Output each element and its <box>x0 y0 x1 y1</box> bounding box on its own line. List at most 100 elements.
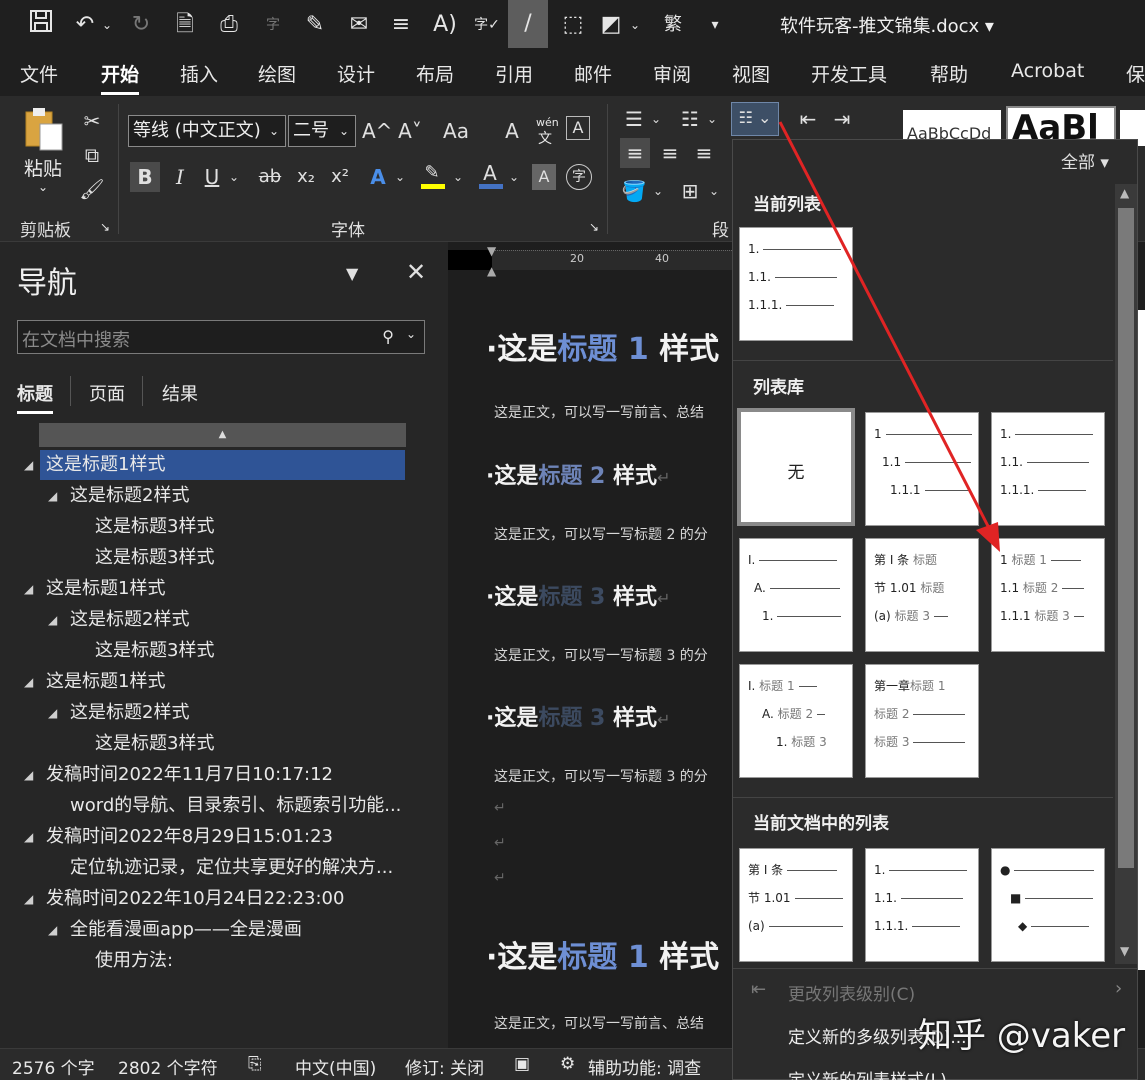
list-library-item[interactable]: 1 1.1 1.1.1 <box>865 412 979 526</box>
read-aloud-icon[interactable]: A) <box>428 8 462 42</box>
expand-icon[interactable]: ◢ <box>24 450 33 480</box>
nav-heading[interactable]: 发稿时间2022年8月29日15:01:23 <box>46 822 333 852</box>
strikethrough-icon[interactable]: ab <box>256 162 284 192</box>
font-color-dropdown-icon[interactable]: ⌄ <box>506 162 522 192</box>
tab-layout[interactable]: 布局 <box>416 60 454 87</box>
decrease-indent-icon[interactable]: ⇤ <box>794 104 822 134</box>
superscript-icon[interactable]: x² <box>326 162 354 192</box>
heading-1[interactable]: ·这是标题 1 样式 <box>486 324 719 368</box>
print-icon[interactable]: ⎙ <box>212 8 246 42</box>
tab-home[interactable]: 开始 <box>101 60 140 95</box>
scroll-down-icon[interactable]: ▼ <box>1120 944 1129 958</box>
undo-icon[interactable]: ↶ <box>68 8 102 42</box>
nav-heading[interactable]: 这是标题1样式 <box>40 450 405 480</box>
expand-icon[interactable]: ◢ <box>24 884 33 914</box>
borders-dropdown-icon[interactable]: ⌄ <box>706 176 722 206</box>
underline-icon[interactable]: U <box>198 162 226 192</box>
list-none[interactable]: 无 <box>737 408 855 526</box>
list-library-item[interactable]: I. 标题 1 A. 标题 2 1. 标题 3 <box>739 664 853 778</box>
list-document-item[interactable]: 1. 1.1. 1.1.1. <box>865 848 979 962</box>
shading-dropdown-icon[interactable]: ⌄ <box>626 8 644 42</box>
tab-developer[interactable]: 开发工具 <box>811 60 887 87</box>
scroll-up-icon[interactable]: ▲ <box>1120 186 1129 200</box>
tab-insert[interactable]: 插入 <box>180 60 218 87</box>
indent-marker-icon[interactable]: ▲ <box>487 264 496 278</box>
scrollbar-thumb[interactable] <box>1118 208 1134 868</box>
nav-heading[interactable]: 这是标题1样式 <box>46 667 165 697</box>
font-size-dropdown-icon[interactable]: ⌄ <box>339 116 349 146</box>
document-icon[interactable]: 🗎 <box>168 8 202 42</box>
list-library-item[interactable]: I. A. 1. <box>739 538 853 652</box>
draw-pen-icon[interactable]: / <box>508 0 548 48</box>
shrink-font-icon[interactable]: A˅ <box>396 116 424 146</box>
multilevel-list-button[interactable]: ☷ ⌄ <box>731 102 779 136</box>
nav-tab-pages[interactable]: 页面 <box>89 380 125 406</box>
search-icon[interactable]: ⚲ <box>382 327 394 346</box>
paste-dropdown-icon[interactable]: ⌄ <box>38 180 48 194</box>
nav-heading[interactable]: 发稿时间2022年10月24日22:23:00 <box>46 884 344 914</box>
list-library-item[interactable]: 第一章标题 1 标题 2 标题 3 <box>865 664 979 778</box>
nav-heading[interactable]: 这是标题3样式 <box>95 636 214 666</box>
text-effects-dropdown-icon[interactable]: ⌄ <box>392 162 408 192</box>
nav-heading[interactable]: 发稿时间2022年11月7日10:17:12 <box>46 760 333 790</box>
body-paragraph[interactable]: 这是正文，可以写一写前言、总结 <box>494 402 704 422</box>
tab-view[interactable]: 视图 <box>732 60 770 87</box>
indent-marker-icon[interactable]: ▼ <box>487 244 496 258</box>
underline-dropdown-icon[interactable]: ⌄ <box>226 162 242 192</box>
tab-file[interactable]: 文件 <box>20 60 58 87</box>
tab-review[interactable]: 审阅 <box>653 60 691 87</box>
numbering-icon[interactable]: ☷ <box>676 104 704 134</box>
nav-heading[interactable]: 全能看漫画app——全是漫画 <box>70 915 302 945</box>
shading-fill-dropdown-icon[interactable]: ⌄ <box>650 176 666 206</box>
define-new-list-style-menu[interactable]: 定义新的列表样式(L)... <box>788 1066 963 1080</box>
expand-icon[interactable]: ◢ <box>48 915 57 945</box>
change-list-level-menu[interactable]: 更改列表级别(C) <box>788 980 915 1005</box>
body-paragraph[interactable]: 这是正文，可以写一写标题 3 的分 <box>494 766 708 786</box>
filter-dropdown[interactable]: 全部 ▾ <box>1061 148 1109 173</box>
format-painter-icon[interactable]: 🖌 <box>78 174 106 204</box>
horizontal-ruler[interactable]: ▼ ▲ 20 40 <box>448 242 748 278</box>
collapse-all-button[interactable]: ▲ <box>39 423 406 447</box>
nav-heading[interactable]: 定位轨迹记录，定位共享更好的解决方... <box>70 853 393 883</box>
bullets-dropdown-icon[interactable]: ⌄ <box>648 104 664 134</box>
copy-icon[interactable]: ⧉ <box>78 140 106 170</box>
proofing-icon[interactable]: ⎘ <box>248 1054 262 1074</box>
shading-fill-icon[interactable]: 🪣 <box>620 176 648 206</box>
heading-2[interactable]: ·这是标题 2 样式↵ <box>486 458 670 490</box>
nav-tab-results[interactable]: 结果 <box>162 380 198 406</box>
font-name-box[interactable]: 等线 (中文正文) ⌄ <box>128 115 286 147</box>
save-icon[interactable] <box>24 8 58 42</box>
tab-draw[interactable]: 绘图 <box>258 60 296 87</box>
tab-design[interactable]: 设计 <box>337 60 375 87</box>
grow-font-icon[interactable]: A^ <box>362 116 392 146</box>
character-shading-icon[interactable]: A <box>532 164 556 190</box>
numbering-dropdown-icon[interactable]: ⌄ <box>704 104 720 134</box>
edit-icon[interactable]: ✎ <box>298 8 332 42</box>
nav-heading[interactable]: 这是标题3样式 <box>95 543 214 573</box>
body-paragraph[interactable]: 这是正文，可以写一写标题 2 的分 <box>494 524 708 544</box>
font-name-dropdown-icon[interactable]: ⌄ <box>269 116 279 146</box>
subscript-icon[interactable]: x₂ <box>292 162 320 192</box>
nav-heading[interactable]: word的导航、目录索引、标题索引功能... <box>70 791 401 821</box>
language-status[interactable]: 中文(中国) <box>295 1054 376 1079</box>
heading-1[interactable]: ·这是标题 1 样式 <box>486 932 719 976</box>
body-paragraph[interactable]: 这是正文，可以写一写标题 3 的分 <box>494 645 708 665</box>
enclose-characters-icon[interactable]: 字 <box>566 164 592 190</box>
expand-icon[interactable]: ◢ <box>24 822 33 852</box>
cut-icon[interactable]: ✂ <box>78 106 106 136</box>
list-library-item[interactable]: 第 I 条 标题 节 1.01 标题 (a) 标题 3 <box>865 538 979 652</box>
text-effects-icon[interactable]: A <box>364 162 392 192</box>
nav-search-input[interactable]: 在文档中搜索 ⚲ ⌄ <box>17 320 425 354</box>
track-changes-status[interactable]: 修订: 关闭 <box>405 1054 484 1079</box>
phonetic-guide-icon[interactable]: 文 <box>538 128 552 148</box>
nav-tab-headings[interactable]: 标题 <box>17 380 53 414</box>
heading-3[interactable]: ·这是标题 3 样式↵ <box>486 579 670 611</box>
spelling-icon[interactable]: 字✓ <box>470 8 504 42</box>
nav-heading[interactable]: 这是标题2样式 <box>70 605 189 635</box>
nav-heading[interactable]: 这是标题3样式 <box>95 729 214 759</box>
nav-heading[interactable]: 这是标题2样式 <box>70 698 189 728</box>
nav-heading[interactable]: 这是标题3样式 <box>95 512 214 542</box>
accessibility-icon[interactable]: ⚙ <box>560 1054 575 1074</box>
word-count[interactable]: 2576 个字 <box>12 1054 95 1079</box>
tab-mailings[interactable]: 邮件 <box>574 60 612 87</box>
